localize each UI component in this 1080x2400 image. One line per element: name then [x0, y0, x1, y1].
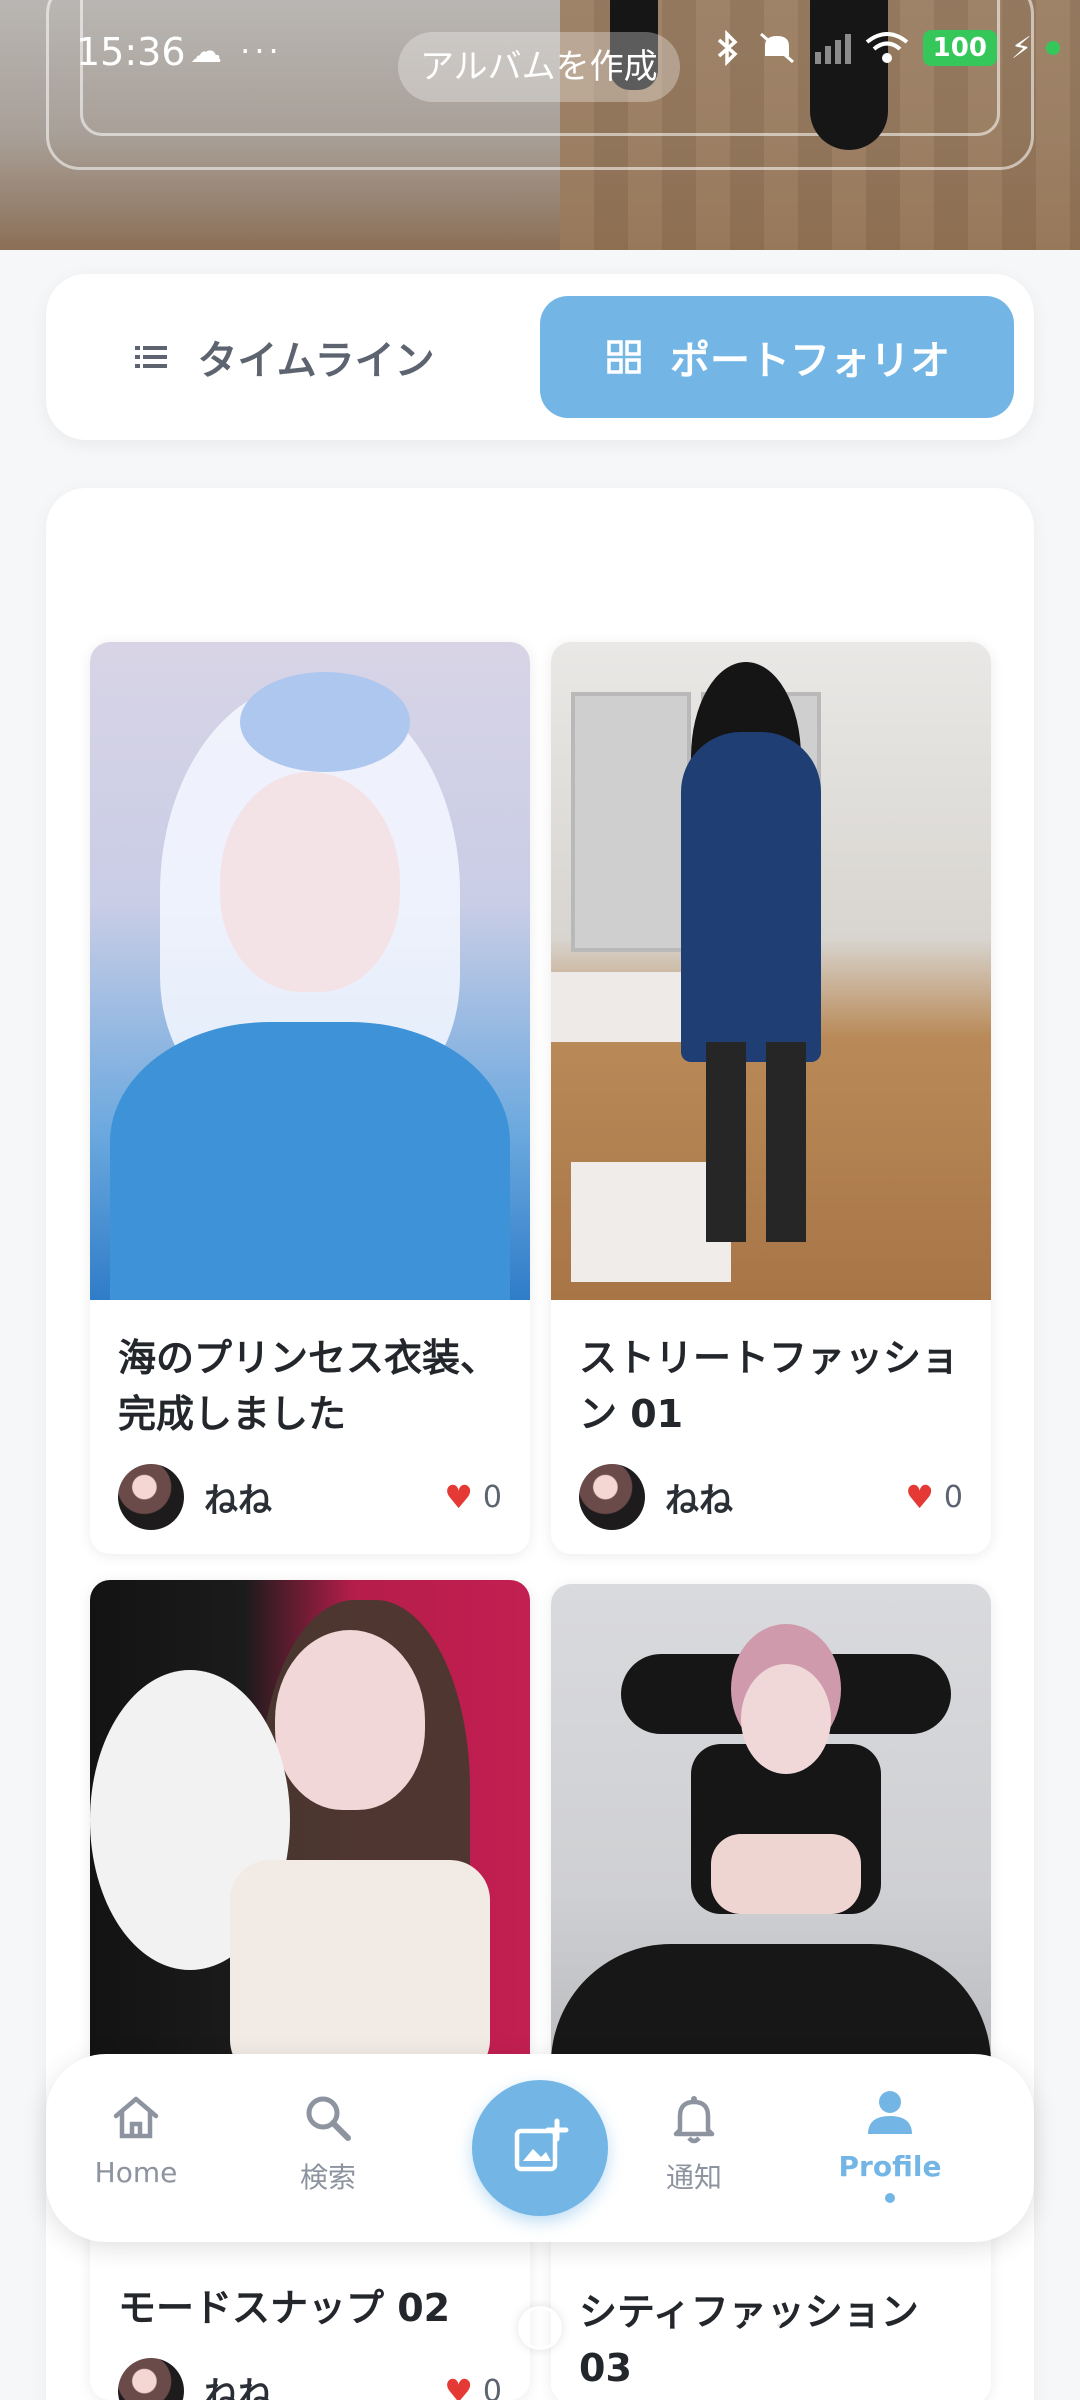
search-icon	[306, 2096, 351, 2141]
add-photo-icon	[514, 2118, 569, 2172]
nav-profile[interactable]: Profile	[810, 2084, 970, 2203]
tab-timeline-label: タイムライン	[197, 338, 435, 384]
post-author[interactable]: ねね	[118, 1464, 272, 1530]
post-meta: ねね ♥ 0	[579, 1464, 963, 1530]
post-image[interactable]	[551, 642, 991, 1300]
like-counter[interactable]: ♥ 0	[905, 1478, 963, 1516]
author-name: ねね	[665, 1480, 733, 1521]
heart-icon: ♥	[444, 1478, 473, 1516]
tab-portfolio-label: ポートフォリオ	[670, 338, 950, 384]
bottom-navigation: Home 検索 通知 Profile	[46, 2054, 1034, 2242]
post-image[interactable]	[90, 1580, 530, 2090]
post-card[interactable]: ストリートファッション 01 ねね ♥ 0	[551, 642, 991, 1554]
system-recents-icon[interactable]	[294, 2326, 332, 2356]
nav-home[interactable]: Home	[56, 2090, 216, 2189]
avatar	[118, 2358, 184, 2400]
post-card[interactable]: シティファッション 03	[551, 1584, 991, 2400]
post-author[interactable]: ねね	[579, 1464, 733, 1530]
list-icon	[135, 346, 168, 368]
avatar	[118, 1464, 184, 1530]
view-toggle: タイムライン ポートフォリオ	[46, 274, 1034, 440]
like-count: 0	[943, 1479, 963, 1515]
status-time: 15:36	[76, 30, 186, 74]
post-author[interactable]: ねね	[118, 2358, 272, 2400]
wifi-icon	[865, 32, 908, 63]
post-meta: ねね ♥ 0	[118, 1464, 502, 1530]
post-body: ストリートファッション 01 ねね ♥ 0	[551, 1300, 991, 1554]
home-icon	[113, 2096, 159, 2139]
add-post-button[interactable]	[472, 2080, 608, 2216]
battery-indicator: 100	[922, 30, 997, 66]
nav-notifications-label: 通知	[665, 2161, 722, 2194]
avatar	[579, 1464, 645, 1530]
author-name: ねね	[204, 1480, 272, 1521]
heart-icon: ♥	[444, 2372, 473, 2400]
post-image[interactable]	[551, 1584, 991, 2094]
nav-home-label: Home	[94, 2156, 178, 2189]
charging-icon: ⚡	[1010, 30, 1032, 66]
nav-search[interactable]: 検索	[248, 2090, 408, 2196]
like-counter[interactable]: ♥ 0	[444, 2372, 502, 2400]
profile-portfolio-screen: 15:36 ☁ ··· 100 ⚡ アルバムを作成 タイムライン ポートフォリオ…	[0, 0, 1080, 2400]
nav-notifications[interactable]: 通知	[614, 2090, 774, 2196]
post-image[interactable]	[90, 642, 530, 1300]
cellular-signal-icon	[814, 34, 851, 64]
post-title: ストリートファッション 01	[579, 1336, 960, 1436]
like-count: 0	[482, 2373, 502, 2400]
system-back-icon[interactable]	[744, 2320, 784, 2350]
system-home-icon[interactable]	[518, 2306, 562, 2350]
tab-portfolio[interactable]: ポートフォリオ	[540, 296, 1014, 418]
nav-profile-label: Profile	[838, 2150, 942, 2183]
post-meta: ねね ♥ 0	[118, 2358, 502, 2400]
nav-search-label: 検索	[299, 2161, 356, 2194]
create-album-button[interactable]: アルバムを作成	[398, 32, 680, 102]
author-name: ねね	[204, 2374, 272, 2400]
post-card[interactable]: 海のプリンセス衣装、完成しました ねね ♥ 0	[90, 642, 530, 1554]
grid-icon	[607, 340, 641, 374]
privacy-indicator-dot	[1046, 41, 1060, 55]
bell-icon	[673, 2096, 715, 2144]
tab-timeline[interactable]: タイムライン	[46, 296, 520, 418]
like-count: 0	[482, 1479, 502, 1515]
mute-icon	[759, 32, 794, 64]
post-title: 海のプリンセス衣装、完成しました	[118, 1336, 499, 1436]
person-icon	[868, 2091, 912, 2134]
status-right-icons: 100 ⚡	[713, 30, 1060, 66]
bluetooth-icon	[717, 30, 738, 66]
active-indicator-dot	[885, 2193, 895, 2203]
post-body: 海のプリンセス衣装、完成しました ねね ♥ 0	[90, 1300, 530, 1554]
heart-icon: ♥	[905, 1478, 934, 1516]
status-notification-icons: ☁ ···	[190, 32, 283, 70]
post-card[interactable]: モードスナップ 02 ねね ♥ 0	[90, 1580, 530, 2400]
like-counter[interactable]: ♥ 0	[444, 1478, 502, 1516]
